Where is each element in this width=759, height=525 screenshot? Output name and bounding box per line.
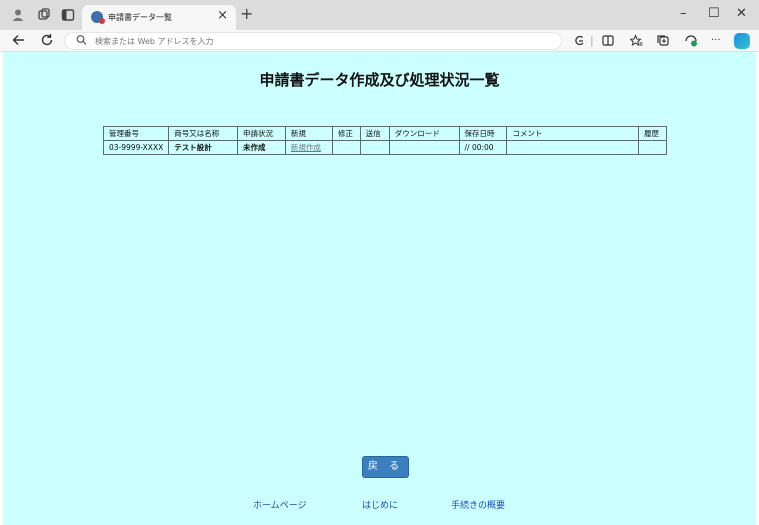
cell-management-number: 03-9999-XXXX [102,140,170,155]
more-icon[interactable]: ··· [711,34,721,48]
header-send: 送信 [359,126,390,141]
footer-link-homepage[interactable]: ホームページ [253,498,307,511]
back-button[interactable]: 戻 る [362,456,409,478]
header-download: ダウンロード [388,126,460,141]
tab-actions-icon[interactable] [60,7,76,23]
cell-download [388,140,460,155]
cell-saved-datetime: // 00:00 [458,140,508,155]
header-management-number: 管理番号 [102,126,170,141]
copilot-icon[interactable] [734,33,750,49]
minimize-icon[interactable]: – [680,6,687,22]
cell-edit [331,140,361,155]
active-tab[interactable]: 申請書データ一覧 × [82,5,236,30]
split-screen-icon[interactable] [602,34,614,52]
tab-close-icon[interactable]: × [217,9,228,23]
cell-company-name: テスト設計 [168,140,239,155]
search-icon [76,34,87,49]
header-new: 新規 [284,126,333,141]
profile-icon[interactable] [10,7,26,23]
workspaces-icon[interactable] [36,7,52,23]
footer-link-procedure-overview[interactable]: 手続きの概要 [451,498,505,511]
site-favicon-icon [91,11,105,24]
address-bar: | ··· [0,30,759,52]
header-saved-datetime: 保存日時 [458,126,508,141]
cell-new: 新規作成 [284,140,333,155]
header-history: 履歴 [638,126,667,141]
refresh-icon[interactable] [40,32,54,52]
browser-essentials-icon[interactable] [573,34,585,52]
cell-history [638,140,667,155]
tab-title: 申請書データ一覧 [108,13,172,22]
favorites-icon[interactable] [629,34,643,52]
new-tab-icon[interactable]: + [240,6,253,22]
back-icon[interactable] [12,32,26,52]
table-row: 03-9999-XXXX テスト設計 未作成 新規作成 // 00:00 [102,140,667,155]
close-window-icon[interactable]: ✕ [736,6,747,22]
table-header-row: 管理番号 商号又は名称 申請状況 新規 修正 送信 ダウンロード 保存日時 コメ… [102,126,667,141]
cell-comment [506,140,639,155]
header-edit: 修正 [331,126,361,141]
tab-bar: 申請書データ一覧 × + – ☐ ✕ [0,0,759,30]
header-comment: コメント [506,126,639,141]
header-company-name: 商号又は名称 [168,126,239,141]
footer-link-introduction[interactable]: はじめに [362,498,398,511]
header-application-status: 申請状況 [237,126,286,141]
cell-application-status: 未作成 [237,140,286,155]
page-title: 申請書データ作成及び処理状況一覧 [259,71,500,89]
extensions-icon[interactable] [684,34,698,52]
maximize-icon[interactable]: ☐ [708,6,720,22]
create-new-link[interactable]: 新規作成 [291,143,321,152]
url-box [64,32,562,50]
address-input[interactable] [95,35,535,48]
page-content: 申請書データ作成及び処理状況一覧 管理番号 商号又は名称 申請状況 新規 修正 … [3,52,756,525]
cell-send [359,140,390,155]
toolbar-divider: | [590,34,594,47]
collections-icon[interactable] [657,34,669,52]
application-status-table: 管理番号 商号又は名称 申請状況 新規 修正 送信 ダウンロード 保存日時 コメ… [102,126,667,155]
